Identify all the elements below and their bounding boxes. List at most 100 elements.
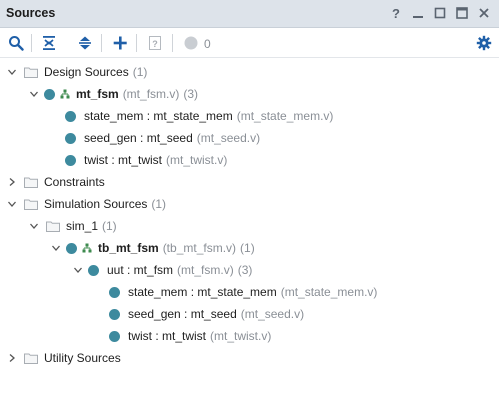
tree-node-count: (3): [237, 263, 253, 277]
settings-button[interactable]: [474, 33, 494, 53]
help-button[interactable]: ?: [387, 4, 405, 22]
toolbar-separator: [101, 34, 102, 52]
expand-all-icon: [79, 36, 91, 50]
minimize-icon: [413, 16, 423, 18]
folder-icon: [24, 177, 38, 188]
top-module-hierarchy-icon: [82, 243, 92, 253]
search-icon: [9, 36, 24, 51]
maximize-button[interactable]: [453, 4, 471, 22]
minimize-button[interactable]: [409, 4, 427, 22]
panel-titlebar: Sources ?: [0, 0, 499, 28]
tree-node-design-sources[interactable]: Design Sources (1): [0, 62, 499, 82]
tree-node-count: (3): [183, 87, 199, 101]
tree-node-constraints[interactable]: Constraints: [0, 172, 499, 192]
tree-node-label: mt_fsm: [76, 87, 119, 101]
tree-node-mt-fsm[interactable]: mt_fsm (mt_fsm.v) (3): [0, 84, 499, 104]
toolbar-separator: [136, 34, 137, 52]
unknown-file-icon: ?: [149, 36, 161, 50]
svg-text:?: ?: [152, 39, 158, 49]
status-count: 0: [204, 37, 211, 51]
tree-node-file: (mt_fsm.v): [122, 87, 180, 101]
chevron-down-icon[interactable]: [28, 220, 40, 232]
window-controls: ?: [387, 4, 493, 22]
tree-node-label: state_mem : mt_state_mem: [128, 285, 277, 299]
tree-node-count: (1): [102, 219, 117, 233]
tree-node-sim-1[interactable]: sim_1 (1): [0, 216, 499, 236]
tree-node-label: sim_1: [66, 219, 99, 233]
tree-node-count: (1): [240, 241, 255, 255]
tree-node-file: (tb_mt_fsm.v): [162, 241, 237, 255]
module-dot-icon: [109, 286, 120, 298]
add-sources-button[interactable]: [110, 33, 130, 53]
tree-node-twist[interactable]: twist : mt_twist (mt_twist.v): [0, 326, 499, 346]
tree-node-label: state_mem : mt_state_mem: [84, 109, 233, 123]
restore-button[interactable]: [431, 4, 449, 22]
chevron-down-icon[interactable]: [28, 88, 40, 100]
status-dot-button: [181, 33, 201, 53]
tree-node-count: (1): [132, 65, 148, 79]
chevron-right-icon[interactable]: [6, 352, 18, 364]
tree-node-state-mem[interactable]: state_mem : mt_state_mem (mt_state_mem.v…: [0, 106, 499, 126]
module-dot-icon: [66, 242, 77, 254]
restore-icon: [434, 7, 446, 19]
tree-node-label: uut : mt_fsm: [107, 263, 174, 277]
chevron-down-icon[interactable]: [50, 242, 62, 254]
tree-node-label: Constraints: [44, 175, 105, 189]
collapse-all-button[interactable]: [39, 33, 59, 53]
tree-node-file: (mt_twist.v): [166, 153, 228, 167]
tree-node-count: (1): [151, 197, 167, 211]
tree-node-label: Simulation Sources: [44, 197, 148, 211]
collapse-all-icon: [43, 36, 55, 50]
tree-node-file: (mt_seed.v): [240, 307, 305, 321]
tree-node-label: seed_gen : mt_seed: [84, 131, 193, 145]
folder-icon: [24, 353, 38, 364]
tree-node-file: (mt_twist.v): [210, 329, 272, 343]
help-icon: ?: [392, 5, 400, 21]
expand-all-button[interactable]: [75, 33, 95, 53]
chevron-down-icon[interactable]: [6, 66, 18, 78]
tree-node-label: seed_gen : mt_seed: [128, 307, 237, 321]
panel-title: Sources: [6, 6, 56, 20]
tree-node-label: Utility Sources: [44, 351, 121, 365]
module-dot-icon: [109, 330, 120, 342]
tree-node-uut[interactable]: uut : mt_fsm (mt_fsm.v) (3): [0, 260, 499, 280]
tree-node-simulation-sources[interactable]: Simulation Sources (1): [0, 194, 499, 214]
tree-node-label: twist : mt_twist: [128, 329, 207, 343]
gear-icon: [476, 35, 492, 51]
folder-icon: [46, 221, 60, 232]
module-dot-icon: [65, 132, 76, 144]
folder-icon: [24, 199, 38, 210]
tree-node-seed-gen[interactable]: seed_gen : mt_seed (mt_seed.v): [0, 128, 499, 148]
sources-toolbar: ? 0: [0, 29, 499, 58]
close-button[interactable]: [475, 4, 493, 22]
toolbar-separator: [172, 34, 173, 52]
tree-node-seed-gen[interactable]: seed_gen : mt_seed (mt_seed.v): [0, 304, 499, 324]
add-icon: [113, 36, 127, 50]
tree-node-tb-mt-fsm[interactable]: tb_mt_fsm (tb_mt_fsm.v) (1): [0, 238, 499, 258]
chevron-right-icon[interactable]: [6, 176, 18, 188]
module-dot-icon: [65, 110, 76, 122]
module-dot-icon: [88, 264, 99, 276]
status-dot-icon: [184, 36, 198, 50]
module-dot-icon: [65, 154, 76, 166]
tree-node-state-mem[interactable]: state_mem : mt_state_mem (mt_state_mem.v…: [0, 282, 499, 302]
tree-node-file: (mt_state_mem.v): [236, 109, 334, 123]
unknown-file-button[interactable]: ?: [145, 33, 165, 53]
tree-node-file: (mt_seed.v): [196, 131, 261, 145]
chevron-down-icon[interactable]: [72, 264, 84, 276]
tree-node-twist[interactable]: twist : mt_twist (mt_twist.v): [0, 150, 499, 170]
toolbar-separator: [31, 34, 32, 52]
search-button[interactable]: [6, 33, 26, 53]
tree-node-label: Design Sources: [44, 65, 129, 79]
module-dot-icon: [109, 308, 120, 320]
tree-node-file: (mt_state_mem.v): [280, 285, 378, 299]
tree-node-label: tb_mt_fsm: [98, 241, 159, 255]
maximize-icon: [456, 7, 468, 19]
tree-node-utility-sources[interactable]: Utility Sources: [0, 348, 499, 368]
chevron-down-icon[interactable]: [6, 198, 18, 210]
folder-icon: [24, 67, 38, 78]
module-dot-icon: [44, 88, 55, 100]
tree-node-file: (mt_fsm.v): [177, 263, 234, 277]
close-icon: [479, 8, 489, 18]
top-module-hierarchy-icon: [60, 89, 70, 99]
